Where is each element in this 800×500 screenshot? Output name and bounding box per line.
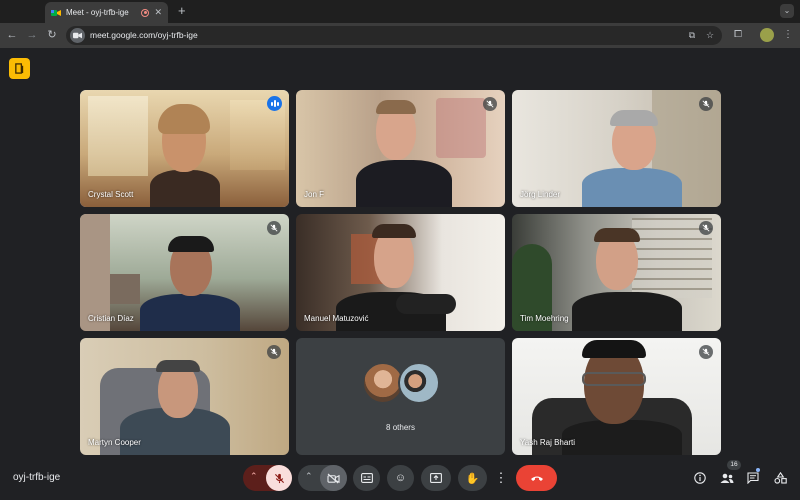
browser-tab[interactable]: Meet - oyj-trfb-ige ✕ bbox=[45, 2, 168, 23]
avatar bbox=[398, 362, 440, 404]
tab-search-chevron-icon[interactable]: ⌄ bbox=[780, 4, 794, 18]
open-in-new-icon[interactable]: ⧉ bbox=[686, 29, 698, 41]
participant-name: Yash Raj Bharti bbox=[520, 438, 575, 447]
meeting-code: oyj-trfb-ige bbox=[13, 472, 61, 483]
reload-icon[interactable]: ↻ bbox=[45, 28, 59, 42]
mic-off-icon bbox=[267, 345, 281, 359]
present-screen-button[interactable] bbox=[421, 465, 451, 491]
participant-name: Martyn Cooper bbox=[88, 438, 141, 447]
more-options-icon[interactable]: ⋮ bbox=[494, 465, 508, 491]
reactions-button[interactable]: ☺ bbox=[387, 465, 414, 491]
activities-badge-icon[interactable] bbox=[9, 58, 30, 79]
address-bar[interactable]: meet.google.com/oyj-trfb-ige ⧉ ☆ bbox=[66, 26, 722, 45]
camera-off-icon bbox=[327, 473, 340, 483]
others-avatars bbox=[362, 362, 442, 406]
mic-off-icon bbox=[699, 97, 713, 111]
new-tab-button[interactable]: + bbox=[178, 4, 186, 18]
participant-name: Jörg Linder bbox=[520, 190, 561, 199]
video-settings-chevron-up-icon[interactable]: ⌃ bbox=[305, 471, 313, 482]
extensions-puzzle-icon[interactable]: ⧠ bbox=[731, 28, 745, 42]
url-text: meet.google.com/oyj-trfb-ige bbox=[90, 30, 198, 40]
mic-off-icon bbox=[699, 345, 713, 359]
hand-icon: ✋ bbox=[465, 472, 480, 485]
meeting-info-icon[interactable] bbox=[691, 469, 709, 487]
participant-name: Tim Moehring bbox=[520, 314, 569, 323]
participant-name: Crystal Scott bbox=[88, 190, 134, 199]
chat-icon[interactable] bbox=[744, 469, 762, 487]
participant-tile-6[interactable]: Tim Moehring bbox=[512, 214, 721, 331]
participant-name: Jon F bbox=[304, 190, 325, 199]
present-screen-icon bbox=[430, 473, 442, 483]
back-arrow-icon[interactable]: ← bbox=[5, 28, 19, 42]
camera-toggle-button[interactable] bbox=[320, 465, 347, 491]
site-info-icon[interactable] bbox=[70, 28, 85, 43]
audio-settings-chevron-up-icon[interactable]: ⌃ bbox=[250, 471, 258, 482]
phone-hangup-icon bbox=[530, 476, 543, 481]
others-count-label: 8 others bbox=[386, 423, 415, 432]
mic-off-icon bbox=[483, 97, 497, 111]
mic-toggle-button[interactable] bbox=[266, 465, 292, 491]
browser-menu-icon[interactable]: ⋮ bbox=[781, 28, 795, 42]
microphone-control: ⌃ bbox=[243, 465, 292, 491]
bookmark-star-icon[interactable]: ☆ bbox=[704, 29, 716, 41]
raise-hand-button[interactable]: ✋ bbox=[458, 465, 487, 491]
participant-tile-9[interactable]: Yash Raj Bharti bbox=[512, 338, 721, 455]
activities-shapes-icon[interactable] bbox=[771, 469, 789, 487]
participant-tile-2[interactable]: Jon F bbox=[296, 90, 505, 207]
participant-tile-7[interactable]: Martyn Cooper bbox=[80, 338, 289, 455]
emoji-icon: ☺ bbox=[394, 472, 407, 484]
mic-off-icon bbox=[274, 473, 284, 483]
others-tile[interactable]: 8 others bbox=[296, 338, 505, 455]
participant-tile-1[interactable]: Crystal Scott bbox=[80, 90, 289, 207]
tab-title: Meet - oyj-trfb-ige bbox=[66, 8, 129, 17]
recording-icon bbox=[141, 8, 150, 17]
participant-name: Manuel Matuzović bbox=[304, 314, 369, 323]
participant-tile-3[interactable]: Jörg Linder bbox=[512, 90, 721, 207]
forward-arrow-icon[interactable]: → bbox=[25, 28, 39, 42]
captions-icon bbox=[360, 473, 373, 483]
browser-toolbar: ← → ↻ meet.google.com/oyj-trfb-ige ⧉ ☆ ⧠… bbox=[0, 23, 800, 48]
mic-off-icon bbox=[267, 221, 281, 235]
mic-off-icon bbox=[699, 221, 713, 235]
camera-control: ⌃ bbox=[298, 465, 347, 491]
captions-button[interactable] bbox=[353, 465, 380, 491]
participant-tile-5[interactable]: Manuel Matuzović bbox=[296, 214, 505, 331]
meet-favicon-icon bbox=[51, 9, 61, 16]
profile-avatar[interactable] bbox=[760, 28, 774, 42]
video-site-icon bbox=[73, 32, 82, 39]
door-icon bbox=[15, 63, 24, 74]
participant-name: Cristian Díaz bbox=[88, 314, 134, 323]
chat-notification-dot bbox=[756, 468, 760, 472]
people-icon[interactable] bbox=[718, 469, 736, 487]
participant-tile-4[interactable]: Cristian Díaz bbox=[80, 214, 289, 331]
close-tab-icon[interactable]: ✕ bbox=[154, 7, 162, 18]
end-call-button[interactable] bbox=[516, 465, 557, 491]
speaking-indicator-icon bbox=[267, 96, 282, 111]
browser-tab-strip: Meet - oyj-trfb-ige ✕ + ⌄ bbox=[0, 0, 800, 23]
